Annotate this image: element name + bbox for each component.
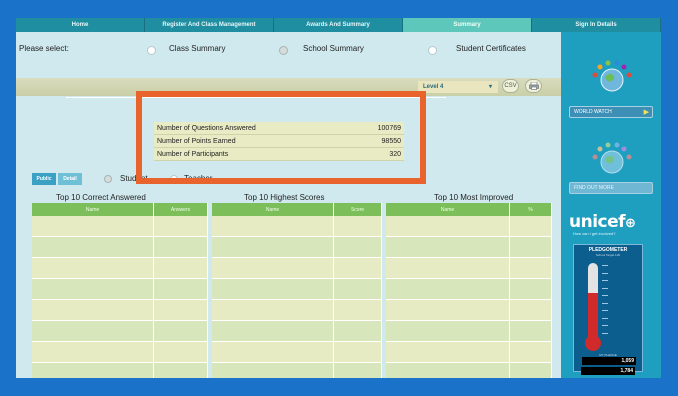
top-scores-table: Name Score (212, 203, 382, 378)
globe-children-icon (592, 142, 632, 174)
tab-detail[interactable]: Detail (58, 173, 82, 185)
print-button[interactable] (525, 79, 542, 93)
class-summary-label: Class Summary (169, 44, 226, 53)
table-row (212, 363, 382, 378)
thermometer (588, 263, 598, 341)
tab-summary[interactable]: Summary (403, 18, 532, 32)
table-row (386, 216, 552, 237)
column-header-answers: Answers (154, 203, 208, 216)
column-header-score: Score (334, 203, 382, 216)
table-row (32, 321, 208, 342)
table-row (212, 300, 382, 321)
thermometer-tick (602, 310, 608, 311)
level-value: Level 4 (423, 84, 444, 90)
table-row (212, 258, 382, 279)
thermometer-tick (602, 265, 608, 266)
unicef-wordmark: unicef (569, 212, 626, 232)
total-pledge-count: 1,784 (581, 367, 635, 375)
column-header-name: Name (386, 203, 510, 216)
csv-label: CSV (504, 83, 517, 89)
unicef-subtitle: How can I get involved? (573, 231, 616, 236)
play-arrow-icon: ▶ (643, 109, 649, 116)
thermometer-ticks (602, 265, 614, 337)
table-row (32, 300, 208, 321)
top-scores-title: Top 10 Highest Scores (244, 193, 325, 202)
table-row (386, 342, 552, 363)
select-prompt: Please select: (19, 44, 69, 53)
table-row (212, 216, 382, 237)
unicef-emblem-icon: ⊕ (625, 216, 636, 231)
thermometer-fill (588, 292, 598, 341)
find-out-more-label: FIND OUT MORE (574, 185, 614, 191)
table-row (386, 237, 552, 258)
table-row (32, 279, 208, 300)
level-select[interactable]: Level 4 ▾ (418, 81, 498, 93)
table-row (212, 321, 382, 342)
app-frame: Home Register And Class Management Award… (16, 18, 661, 378)
top-correct-table: Name Answers (32, 203, 208, 378)
table-row (32, 216, 208, 237)
class-summary-radio[interactable] (147, 46, 156, 55)
table-row (32, 363, 208, 378)
summary-select-row: Please select: Class Summary School Summ… (16, 44, 561, 56)
tab-awards-summary[interactable]: Awards And Summary (274, 18, 403, 32)
column-header-name: Name (212, 203, 334, 216)
thermometer-tick (602, 332, 608, 334)
column-header-name: Name (32, 203, 154, 216)
my-pledge-count: 1,059 (582, 357, 636, 365)
thermometer-tick (602, 287, 608, 289)
csv-export-button[interactable]: CSV (502, 79, 519, 93)
thermometer-tick (602, 325, 608, 326)
right-sidebar: WORLD WATCH ▶ FIND OUT MORE unicef⊕ How … (561, 32, 661, 378)
world-watch-label: WORLD WATCH (574, 109, 612, 115)
thermometer-bulb (585, 335, 601, 351)
thermometer-tick (602, 295, 608, 296)
school-summary-label: School Summary (303, 44, 364, 53)
top-improved-title: Top 10 Most Improved (434, 193, 514, 202)
top-correct-title: Top 10 Correct Answered (56, 193, 146, 202)
top-improved-table: Name % (386, 203, 552, 378)
table-row (386, 258, 552, 279)
table-row (386, 321, 552, 342)
tab-sign-in-details[interactable]: Sign In Details (532, 18, 661, 32)
chevron-down-icon: ▾ (488, 84, 492, 90)
table-row (212, 342, 382, 363)
table-row (32, 237, 208, 258)
student-certificates-label: Student Certificates (456, 44, 526, 53)
table-row (212, 237, 382, 258)
thermometer-tick (602, 302, 608, 304)
column-header-percent: % (510, 203, 552, 216)
table-row (32, 342, 208, 363)
table-row (386, 300, 552, 321)
table-row (386, 363, 552, 378)
find-out-more-button[interactable]: FIND OUT MORE (569, 182, 653, 194)
highlight-frame (136, 91, 426, 184)
globe-children-icon (592, 60, 632, 92)
school-summary-radio[interactable] (279, 46, 288, 55)
tab-register-class-management[interactable]: Register And Class Management (145, 18, 274, 32)
top-nav: Home Register And Class Management Award… (16, 18, 661, 32)
pledgometer-panel: PLEDGOMETER School Target 100 MY PLEDGE … (573, 244, 643, 372)
table-row (32, 258, 208, 279)
table-row (212, 279, 382, 300)
unicef-logo[interactable]: unicef⊕ (569, 212, 636, 232)
thermometer-tick (602, 280, 608, 281)
pledgometer-subtitle: School Target 100 (595, 253, 621, 257)
student-radio[interactable] (104, 175, 112, 183)
thermometer-tick (602, 317, 608, 319)
table-row (386, 279, 552, 300)
print-icon (528, 82, 539, 90)
thermometer-tick (602, 272, 608, 274)
tab-home[interactable]: Home (16, 18, 145, 32)
student-certificates-radio[interactable] (428, 46, 437, 55)
tab-public[interactable]: Public (32, 173, 56, 185)
world-watch-button[interactable]: WORLD WATCH ▶ (569, 106, 653, 118)
